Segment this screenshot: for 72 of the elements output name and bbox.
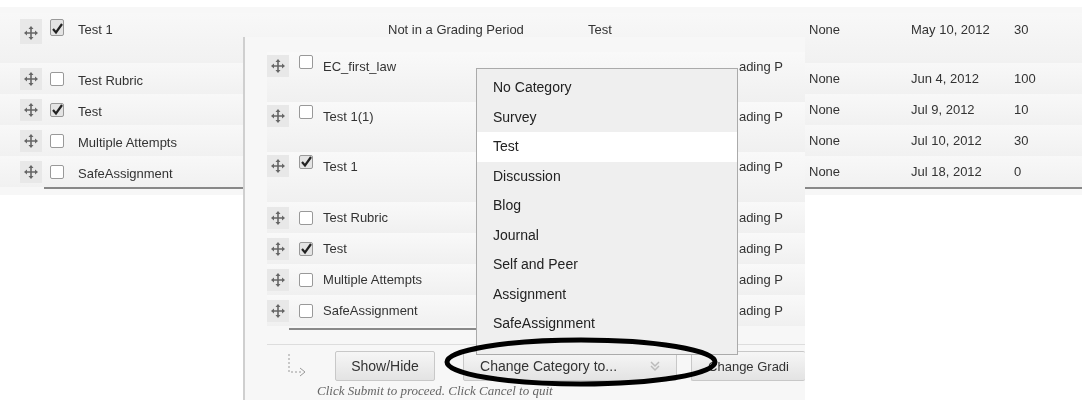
table-cell-text: ading P xyxy=(738,158,783,174)
table-cell: Jul 18, 2012 xyxy=(911,163,982,180)
move-handle-icon[interactable] xyxy=(267,55,290,77)
table-cell: None xyxy=(809,71,841,86)
item-name: Test 1 xyxy=(323,158,359,174)
item-name: SafeAssignment xyxy=(78,164,173,181)
table-cell: ading P xyxy=(738,241,783,256)
table-cell: ading P xyxy=(738,272,783,287)
checkbox[interactable] xyxy=(50,102,64,117)
table-cell: None xyxy=(809,133,841,148)
menu-item[interactable]: SafeAssignment xyxy=(477,309,737,339)
checkbox[interactable] xyxy=(50,133,64,148)
move-handle-icon[interactable] xyxy=(20,67,42,90)
item-name: Test xyxy=(78,102,102,119)
item-name: Multiple Attempts xyxy=(323,272,424,287)
move-handle-icon[interactable] xyxy=(20,98,42,121)
item-name: Test Rubric xyxy=(78,71,144,88)
checkbox[interactable] xyxy=(299,55,314,69)
move-handle-icon[interactable] xyxy=(267,299,290,322)
action-button[interactable]: Show/Hide xyxy=(335,351,436,381)
move-handle-icon[interactable] xyxy=(20,160,42,183)
item-name: Test xyxy=(323,241,348,256)
move-handle-icon[interactable] xyxy=(267,206,290,229)
table-cell: Jul 9, 2012 xyxy=(911,101,975,118)
table-cell: 10 xyxy=(1014,102,1029,117)
table-cell: 30 xyxy=(1014,133,1029,148)
table-cell-text: Test xyxy=(588,21,612,37)
checkbox[interactable] xyxy=(299,155,314,169)
menu-item[interactable]: No Category xyxy=(477,73,737,103)
table-cell-text: ading P xyxy=(738,58,783,74)
menu-item[interactable]: Survey xyxy=(477,102,737,132)
item-name: Test 1(1) xyxy=(323,108,375,124)
table-cell: ading P xyxy=(738,303,783,318)
table-cell: None xyxy=(809,102,841,117)
caret-icon xyxy=(650,360,661,372)
table-cell: Jun 4, 2012 xyxy=(911,70,979,87)
item-name: SafeAssignment xyxy=(323,303,419,318)
menu-item[interactable]: Journal xyxy=(477,220,737,250)
table-cell-text: May 10, 2012 xyxy=(911,21,990,38)
item-name: Test Rubric xyxy=(323,210,390,225)
move-handle-icon[interactable] xyxy=(267,268,290,291)
checkbox[interactable] xyxy=(50,71,64,86)
checkbox[interactable] xyxy=(299,105,314,119)
checkbox[interactable] xyxy=(50,19,64,36)
table-cell: 100 xyxy=(1014,71,1036,86)
menu-item[interactable]: Discussion xyxy=(477,161,737,191)
item-name: Test 1 xyxy=(78,21,113,37)
move-handle-icon[interactable] xyxy=(20,19,42,44)
table-cell-text: 30 xyxy=(1014,21,1029,37)
menu-item[interactable]: Blog xyxy=(477,191,737,221)
table-cell: ading P xyxy=(738,210,783,225)
item-name: EC_first_law xyxy=(323,58,397,74)
instruction-text: Click Submit to proceed. Click Cancel to quit xyxy=(316,384,554,398)
move-handle-icon[interactable] xyxy=(20,129,42,152)
table-cell: 0 xyxy=(1014,164,1022,179)
menu-item[interactable]: Self and Peer xyxy=(477,250,737,280)
checkbox[interactable] xyxy=(299,303,314,318)
table-cell-text: ading P xyxy=(738,108,783,124)
checkbox[interactable] xyxy=(299,210,314,225)
checkbox[interactable] xyxy=(299,272,314,287)
move-handle-icon[interactable] xyxy=(267,155,290,177)
item-name: Multiple Attempts xyxy=(78,133,177,150)
checkbox[interactable] xyxy=(299,241,314,256)
table-cell: Jul 10, 2012 xyxy=(911,132,982,149)
move-handle-icon[interactable] xyxy=(267,105,290,127)
table-cell-text: None xyxy=(809,21,841,37)
table-cell: None xyxy=(809,164,841,179)
menu-item[interactable]: Assignment xyxy=(477,279,737,309)
checkbox[interactable] xyxy=(50,164,64,179)
move-handle-icon[interactable] xyxy=(267,237,290,260)
menu-item[interactable]: Test xyxy=(477,132,737,162)
table-cell-text: Not in a Grading Period xyxy=(388,21,524,37)
